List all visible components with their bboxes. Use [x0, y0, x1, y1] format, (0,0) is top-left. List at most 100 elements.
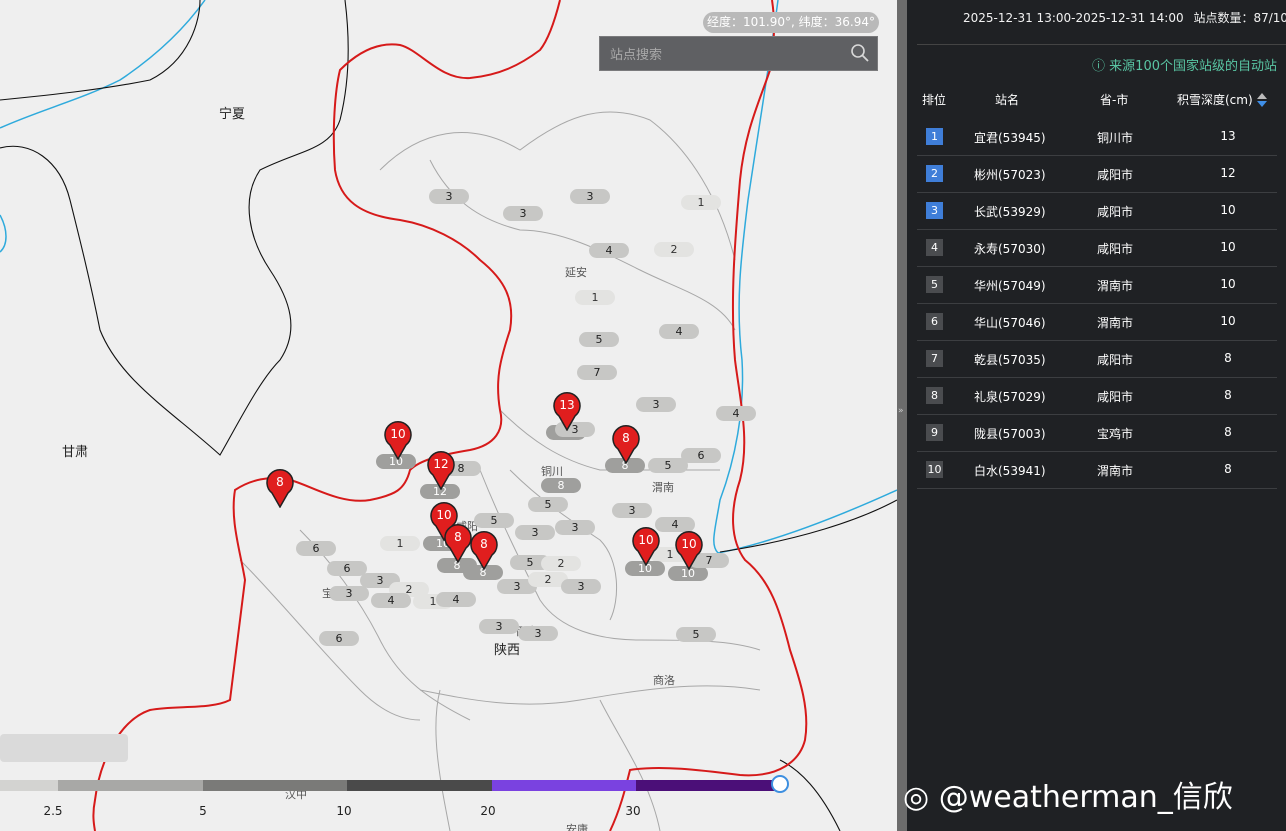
header-province: 省-市 — [1100, 93, 1129, 107]
ranking-row[interactable]: 5 华州(57049) 渭南市 10 — [917, 266, 1277, 304]
station-value-chip[interactable]: 3 — [479, 619, 519, 634]
top-station-pin[interactable]: 10 — [631, 526, 661, 567]
header-depth[interactable]: 积雪深度(cm) — [1177, 91, 1268, 108]
place-label: 延安 — [565, 266, 587, 279]
station-value-chip[interactable]: 3 — [555, 520, 595, 535]
station-value-chip[interactable]: 3 — [561, 579, 601, 594]
station-value-chip[interactable]: 3 — [329, 586, 369, 601]
divider-line — [917, 44, 1286, 45]
station-value-chip[interactable]: 7 — [577, 365, 617, 380]
rank-badge: 3 — [926, 202, 943, 219]
station-value-chip[interactable]: 4 — [716, 406, 756, 421]
station-city: 渭南市 — [1097, 464, 1134, 478]
rank-badge: 8 — [926, 387, 943, 404]
station-name: 礼泉(57029) — [974, 390, 1046, 404]
station-city: 咸阳市 — [1097, 353, 1134, 367]
place-label: 铜川 — [541, 465, 563, 478]
place-label: 宁夏 — [219, 107, 246, 122]
ranking-row[interactable]: 4 永寿(57030) 咸阳市 10 — [917, 229, 1277, 267]
top-station-pin[interactable]: 10 — [674, 530, 704, 571]
station-value-chip[interactable]: 4 — [371, 593, 411, 608]
ranking-row[interactable]: 1 宜君(53945) 铜川市 13 — [917, 118, 1277, 156]
place-label: 安康 — [566, 823, 588, 831]
station-value-chip[interactable]: 2 — [541, 556, 581, 571]
station-search[interactable] — [599, 36, 878, 71]
station-value-chip[interactable]: 3 — [429, 189, 469, 204]
top-station-pin[interactable]: 13 — [552, 391, 582, 432]
coordinate-readout: 经度：101.90°, 纬度：36.94° — [703, 12, 879, 33]
snow-depth: 12 — [1220, 166, 1236, 180]
station-value-chip[interactable]: 4 — [436, 592, 476, 607]
station-value-chip[interactable]: 1 — [380, 536, 420, 551]
station-value-chip[interactable]: 5 — [676, 627, 716, 642]
station-value-chip[interactable]: 5 — [474, 513, 514, 528]
station-value-chip[interactable]: 6 — [319, 631, 359, 646]
station-value-chip[interactable]: 5 — [648, 458, 688, 473]
scale-slider-handle[interactable] — [771, 775, 789, 793]
station-value-chip[interactable]: 4 — [589, 243, 629, 258]
search-input[interactable] — [608, 44, 842, 66]
collapse-arrow-icon[interactable]: » — [898, 406, 904, 416]
snow-depth: 10 — [1220, 203, 1236, 217]
search-icon[interactable] — [849, 42, 871, 64]
color-scale-bar — [0, 780, 780, 791]
station-value-chip[interactable]: 6 — [681, 448, 721, 463]
station-value-chip[interactable]: 5 — [579, 332, 619, 347]
snow-depth: 8 — [1224, 351, 1232, 365]
ranking-row[interactable]: 8 礼泉(57029) 咸阳市 8 — [917, 377, 1277, 415]
ranking-row[interactable]: 2 彬州(57023) 咸阳市 12 — [917, 155, 1277, 193]
ranking-panel: 2025-12-31 13:00-2025-12-31 14:00 站点数量：8… — [907, 0, 1286, 831]
station-city: 渭南市 — [1097, 279, 1134, 293]
weibo-watermark: ◎ @weatherman_信欣 — [903, 772, 1233, 816]
pin-value: 13 — [559, 398, 575, 412]
station-value-chip[interactable]: 8 — [541, 478, 581, 493]
time-range: 2025-12-31 13:00-2025-12-31 14:00 — [963, 11, 1184, 25]
station-value-chip[interactable]: 6 — [296, 541, 336, 556]
station-value-chip[interactable]: 2 — [654, 242, 694, 257]
ranking-row[interactable]: 6 华山(57046) 渭南市 10 — [917, 303, 1277, 341]
station-name: 永寿(57030) — [974, 242, 1046, 256]
top-station-pin[interactable]: 8 — [265, 468, 295, 509]
station-value-chip[interactable]: 5 — [528, 497, 568, 512]
pin-value: 10 — [436, 508, 452, 522]
rank-badge: 1 — [926, 128, 943, 145]
ranking-row[interactable]: 3 长武(53929) 咸阳市 10 — [917, 192, 1277, 230]
station-value-chip[interactable]: 3 — [636, 397, 676, 412]
station-value-chip[interactable]: 6 — [327, 561, 367, 576]
station-value-chip[interactable]: 1 — [681, 195, 721, 210]
scale-segment — [0, 780, 58, 791]
rank-badge: 5 — [926, 276, 943, 293]
watermark-text: @weatherman_信欣 — [938, 780, 1233, 815]
place-label: 陕西 — [494, 643, 521, 658]
top-station-pin[interactable]: 8 — [611, 424, 641, 465]
station-count: 站点数量：87/100 — [1193, 11, 1286, 25]
ranking-row[interactable]: 10 白水(53941) 渭南市 8 — [917, 451, 1277, 489]
station-city: 咸阳市 — [1097, 242, 1134, 256]
station-value-chip[interactable]: 3 — [570, 189, 610, 204]
ranking-row[interactable]: 7 乾县(57035) 咸阳市 8 — [917, 340, 1277, 378]
sort-icon[interactable] — [1256, 92, 1268, 108]
station-value-chip[interactable]: 3 — [503, 206, 543, 221]
top-station-pin[interactable]: 10 — [383, 420, 413, 461]
station-name: 白水(53941) — [974, 464, 1046, 478]
snow-depth: 8 — [1224, 462, 1232, 476]
scale-tick-label: 5 — [199, 804, 207, 818]
pin-value: 12 — [433, 457, 449, 471]
station-value-chip[interactable]: 4 — [659, 324, 699, 339]
scale-segment — [636, 780, 780, 791]
station-city: 咸阳市 — [1097, 390, 1134, 404]
station-value-chip[interactable]: 1 — [575, 290, 615, 305]
station-value-chip[interactable]: 3 — [612, 503, 652, 518]
top-station-pin[interactable]: 8 — [469, 530, 499, 571]
snow-depth: 8 — [1224, 425, 1232, 439]
rank-badge: 2 — [926, 165, 943, 182]
station-value-chip[interactable]: 3 — [515, 525, 555, 540]
panel-collapse-handle[interactable]: » — [897, 0, 907, 831]
top-station-pin[interactable]: 12 — [426, 450, 456, 491]
ranking-row[interactable]: 9 陇县(57003) 宝鸡市 8 — [917, 414, 1277, 452]
snow-depth: 13 — [1220, 129, 1236, 143]
legend-toggle[interactable] — [0, 734, 128, 762]
station-value-chip[interactable]: 3 — [518, 626, 558, 641]
map-view[interactable]: 经度：101.90°, 纬度：36.94° 宁夏甘肃延安铜川渭南陕西商洛宝鸡西安… — [0, 0, 897, 831]
station-name: 华山(57046) — [974, 316, 1046, 330]
